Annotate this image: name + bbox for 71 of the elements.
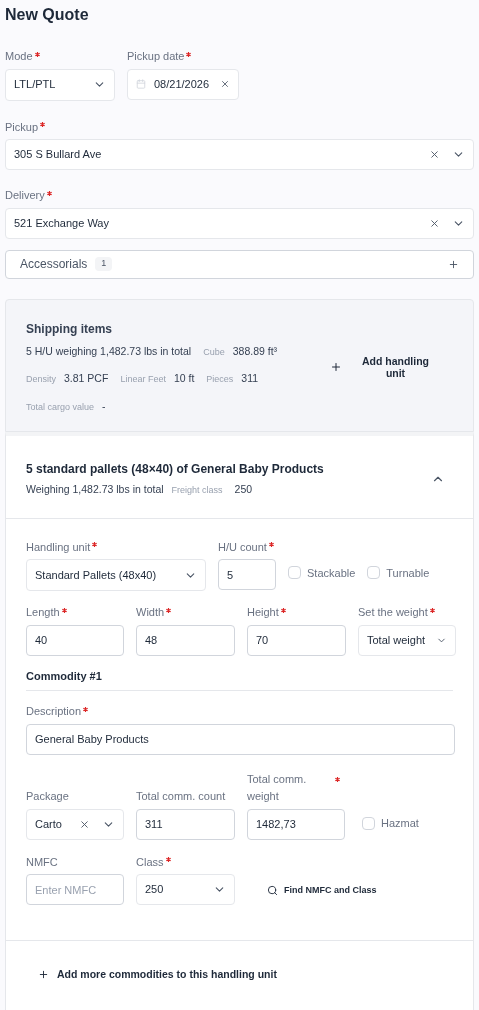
- field-label: Handling unit: [26, 539, 91, 555]
- select-field[interactable]: Carto: [26, 808, 124, 840]
- add-commodity-button[interactable]: Add more commodities to this handling unit: [38, 967, 277, 983]
- stat-value: 311: [241, 371, 259, 387]
- select-field[interactable]: 250: [136, 874, 235, 905]
- field-label: Pickup date: [127, 49, 185, 64]
- field-label: Class: [136, 854, 164, 870]
- field-label: Pickup: [5, 119, 39, 135]
- add-icon[interactable]: [448, 258, 459, 270]
- field-label: Length: [26, 605, 60, 620]
- stat-value: -: [102, 399, 106, 414]
- stat-label: Total cargo value: [26, 401, 95, 414]
- field-label: Width: [136, 605, 165, 620]
- stat-value: 250: [234, 481, 253, 497]
- accessorials-label: Accessorials: [20, 256, 88, 273]
- field-label: Delivery: [5, 188, 45, 203]
- checkbox[interactable]: [367, 566, 381, 580]
- input-field[interactable]: 48: [136, 624, 235, 656]
- stat-label: Density: [26, 373, 56, 387]
- field-label: Description: [26, 704, 82, 719]
- select-field[interactable]: Standard Pallets (48x40): [26, 559, 206, 591]
- clear-icon[interactable]: [79, 818, 90, 830]
- clear-icon[interactable]: [429, 217, 440, 229]
- select-field[interactable]: Total weight: [358, 624, 456, 656]
- checkbox[interactable]: [362, 816, 375, 830]
- field-label: NMFC: [26, 854, 58, 870]
- summary-text: 5 H/U weighing 1,482.73 lbs in total: [26, 343, 192, 359]
- field-label: Total comm. weight: [247, 771, 308, 804]
- stat-label: Pieces: [206, 373, 234, 387]
- calendar-icon: [136, 79, 146, 89]
- input-field[interactable]: 5: [218, 559, 276, 590]
- field-label: Set the weight: [358, 605, 428, 620]
- find-nmfc-link[interactable]: Find NMFC and Class: [267, 883, 377, 897]
- stat-value: 10 ft: [173, 371, 195, 387]
- plus-icon: [38, 969, 49, 981]
- checkbox[interactable]: [288, 566, 301, 580]
- stat-label: Linear Feet: [120, 373, 166, 387]
- input-field[interactable]: 1482,73: [247, 808, 345, 840]
- select-field[interactable]: 305 S Bullard Ave: [5, 139, 474, 170]
- section-title: Shipping items: [26, 320, 113, 338]
- field-label: Height: [247, 605, 279, 620]
- select-field[interactable]: 521 Exchange Way: [5, 207, 474, 239]
- stat-label: Freight class: [171, 483, 223, 497]
- stat-value: 3.81 PCF: [64, 371, 109, 387]
- field-label: Package: [26, 789, 69, 804]
- search-icon: [267, 884, 278, 896]
- accessorials-bar[interactable]: Accessorials 1: [5, 249, 474, 279]
- stat-label: Cube: [203, 345, 225, 359]
- add-handling-unit-button[interactable]: Add handling unit: [330, 355, 433, 380]
- count-badge: 1: [95, 257, 113, 271]
- input-field[interactable]: Enter NMFC: [26, 874, 124, 905]
- checkbox-label: Turnable: [386, 565, 430, 581]
- field-label: H/U count: [218, 539, 267, 555]
- plus-icon: [330, 361, 342, 374]
- clear-icon[interactable]: [220, 79, 230, 89]
- checkbox-label: Stackable: [307, 565, 356, 581]
- checkbox-label: Hazmat: [381, 816, 419, 831]
- field-label: Mode: [5, 49, 33, 64]
- page-title: New Quote: [5, 5, 90, 25]
- input-field[interactable]: 311: [136, 808, 235, 840]
- input-field[interactable]: General Baby Products: [26, 723, 455, 755]
- summary-text: Weighing 1,482.73 lbs in total: [26, 481, 164, 497]
- select-field[interactable]: LTL/PTL: [5, 68, 115, 101]
- date-field[interactable]: 08/21/2026: [127, 68, 239, 100]
- clear-icon[interactable]: [429, 149, 440, 160]
- field-label: Total comm. count: [136, 789, 226, 804]
- input-field[interactable]: 40: [26, 624, 124, 656]
- section-title: Commodity #1: [26, 667, 453, 691]
- input-field[interactable]: 70: [247, 624, 346, 656]
- stat-value: 388.89 ft³: [232, 343, 278, 359]
- unit-title: 5 standard pallets (48×40) of General Baby Products: [26, 460, 325, 478]
